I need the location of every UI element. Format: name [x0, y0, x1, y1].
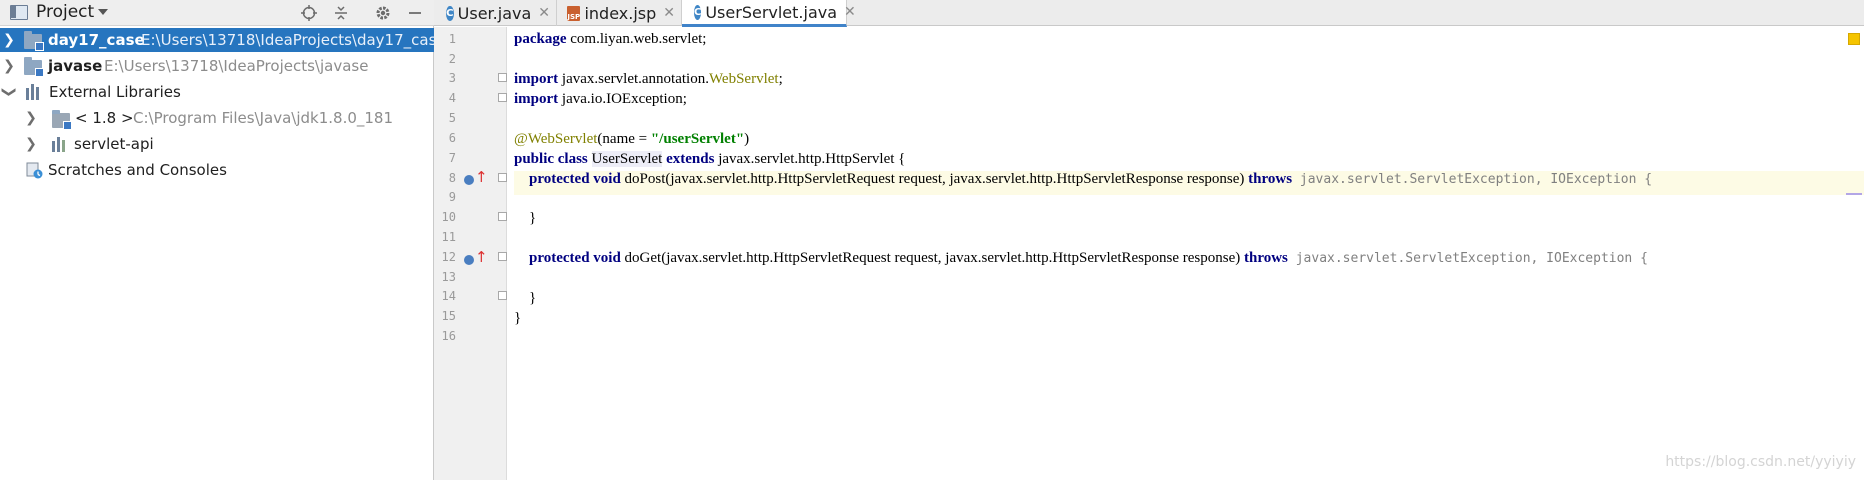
tree-item-scratches[interactable]: Scratches and Consoles — [0, 158, 434, 182]
tree-item-path: E:\Users\13718\IdeaProjects\javase — [104, 57, 369, 75]
collapse-all-icon[interactable] — [331, 3, 351, 23]
chevron-right-icon[interactable]: ❯ — [2, 54, 16, 78]
tree-item-javase[interactable]: ❯ javase E:\Users\13718\IdeaProjects\jav… — [0, 54, 434, 78]
watermark: https://blog.csdn.net/yyiyiy — [1665, 454, 1856, 470]
library-icon — [52, 136, 68, 152]
code-area[interactable]: package com.liyan.web.servlet; import ja… — [514, 27, 1864, 480]
tree-item-jdk[interactable]: ❯ < 1.8 > C:\Program Files\Java\jdk1.8.0… — [0, 106, 434, 130]
line-number: 14 — [441, 289, 456, 303]
project-tool-window: Project ❯ day17_case E:\Users\13718\Idea… — [0, 0, 434, 480]
code-line-4: import java.io.IOException; — [514, 91, 687, 107]
gear-icon[interactable] — [373, 3, 393, 23]
line-number: 9 — [448, 190, 456, 204]
fold-marker[interactable] — [498, 93, 507, 102]
line-number: 16 — [441, 329, 456, 343]
tab-user-java[interactable]: C User.java ✕ — [434, 0, 557, 26]
close-icon[interactable]: ✕ — [538, 5, 550, 21]
line-number: 7 — [448, 151, 456, 165]
project-view-selector[interactable]: Project — [36, 2, 94, 22]
tree-item-servlet-api[interactable]: ❯ servlet-api — [0, 132, 434, 156]
scratches-icon — [26, 162, 43, 179]
scroll-marker — [1846, 193, 1862, 195]
tree-item-label: servlet-api — [74, 135, 154, 153]
line-number: 3 — [448, 71, 456, 85]
line-number: 12 — [441, 250, 456, 264]
tree-item-label: Scratches and Consoles — [48, 161, 227, 179]
line-number: 4 — [448, 91, 456, 105]
tab-index-jsp[interactable]: JSP index.jsp ✕ — [557, 0, 682, 26]
code-line-8: protected void doPost(javax.servlet.http… — [529, 171, 1653, 187]
tab-label: User.java — [457, 3, 532, 23]
module-folder-icon — [24, 31, 44, 51]
editor-gutter[interactable]: 1 2 3 4 5 6 7 8 9 10 11 12 13 14 15 16 ↑… — [434, 27, 507, 480]
line-number: 11 — [441, 230, 456, 244]
editor-tab-bar: C User.java ✕ JSP index.jsp ✕ C UserServ… — [434, 0, 1864, 27]
line-number: 5 — [448, 111, 456, 125]
tab-label: UserServlet.java — [705, 2, 838, 22]
libraries-icon — [26, 84, 42, 100]
tree-item-day17-case[interactable]: ❯ day17_case E:\Users\13718\IdeaProjects… — [0, 28, 434, 52]
code-line-15: } — [514, 310, 522, 326]
line-number: 2 — [448, 52, 456, 66]
sdk-folder-icon — [52, 110, 72, 130]
chevron-right-icon[interactable]: ❯ — [24, 132, 38, 156]
line-number: 13 — [441, 270, 456, 284]
override-method-icon[interactable]: ↑ — [464, 170, 488, 188]
tree-item-label: day17_case — [48, 31, 145, 49]
line-number: 10 — [441, 210, 456, 224]
close-icon[interactable]: ✕ — [663, 5, 675, 21]
chevron-down-icon[interactable] — [98, 9, 108, 15]
line-number: 1 — [448, 32, 456, 46]
code-line-10: } — [514, 210, 537, 226]
tree-item-path: C:\Program Files\Java\jdk1.8.0_181 — [133, 109, 394, 127]
code-editor[interactable]: 1 2 3 4 5 6 7 8 9 10 11 12 13 14 15 16 ↑… — [434, 27, 1864, 480]
fold-marker[interactable] — [498, 252, 507, 261]
fold-marker[interactable] — [498, 173, 507, 182]
tree-item-external-libraries[interactable]: ❯ External Libraries — [0, 80, 434, 104]
warning-indicator-icon[interactable] — [1848, 33, 1860, 45]
project-header: Project — [0, 0, 434, 26]
tree-item-label: javase — [48, 57, 103, 75]
chevron-right-icon[interactable]: ❯ — [2, 28, 16, 52]
line-number: 8 — [448, 171, 456, 185]
chevron-right-icon[interactable]: ❯ — [24, 106, 38, 130]
code-line-12: protected void doGet(javax.servlet.http.… — [529, 250, 1648, 266]
tab-label: index.jsp — [584, 3, 657, 23]
line-number: 15 — [441, 309, 456, 323]
minimize-icon[interactable] — [405, 3, 425, 23]
fold-marker[interactable] — [498, 291, 507, 300]
tree-item-path: E:\Users\13718\IdeaProjects\day17_case — [141, 31, 434, 49]
tab-userservlet-java[interactable]: C UserServlet.java ✕ — [682, 0, 856, 27]
fold-marker[interactable] — [498, 73, 507, 82]
class-icon: C — [446, 5, 454, 21]
code-line-1: package com.liyan.web.servlet; — [514, 31, 707, 47]
tree-item-label: < 1.8 > — [75, 109, 134, 127]
line-number: 6 — [448, 131, 456, 145]
fold-marker[interactable] — [498, 212, 507, 221]
jsp-icon: JSP — [567, 5, 581, 21]
class-icon: C — [694, 4, 702, 20]
override-method-icon[interactable]: ↑ — [464, 250, 488, 268]
module-folder-icon — [24, 57, 44, 77]
project-icon — [10, 5, 28, 20]
chevron-down-icon[interactable]: ❯ — [0, 85, 21, 99]
close-icon[interactable]: ✕ — [844, 4, 856, 20]
locate-icon[interactable] — [299, 3, 319, 23]
tree-item-label: External Libraries — [49, 83, 181, 101]
